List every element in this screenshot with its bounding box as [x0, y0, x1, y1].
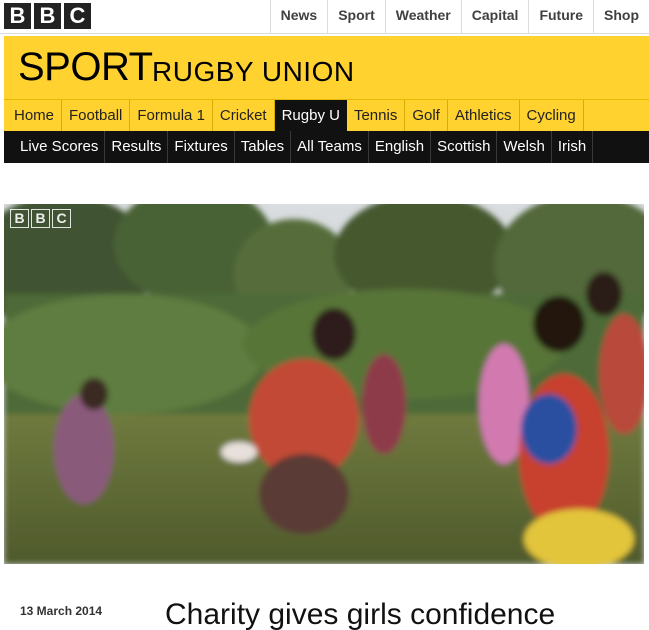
- video-still-image: [4, 204, 644, 564]
- primary-nav-football[interactable]: Football: [62, 100, 131, 131]
- secondary-nav-english[interactable]: English: [369, 131, 432, 163]
- primary-nav-rugby-union[interactable]: Rugby U: [274, 100, 347, 131]
- global-nav-shop[interactable]: Shop: [593, 0, 649, 34]
- primary-nav-formula-1[interactable]: Formula 1: [130, 100, 213, 131]
- primary-nav-cricket[interactable]: Cricket: [213, 100, 275, 131]
- global-nav-future[interactable]: Future: [528, 0, 593, 34]
- primary-nav-golf[interactable]: Golf: [405, 100, 448, 131]
- secondary-nav: Live Scores Results Fixtures Tables All …: [4, 131, 649, 163]
- secondary-nav-fixtures[interactable]: Fixtures: [168, 131, 235, 163]
- secondary-nav-scottish[interactable]: Scottish: [431, 131, 498, 163]
- primary-nav-cycling[interactable]: Cycling: [520, 100, 584, 131]
- primary-nav-tennis[interactable]: Tennis: [347, 100, 406, 131]
- primary-nav-home[interactable]: Home: [4, 100, 63, 131]
- global-nav-news[interactable]: News: [269, 0, 328, 34]
- primary-nav-athletics[interactable]: Athletics: [448, 100, 520, 131]
- article-date: 13 March 2014: [20, 604, 103, 618]
- bbc-logo-letter: C: [64, 3, 91, 29]
- watermark-letter: C: [52, 209, 71, 228]
- sport-title[interactable]: SPORT: [18, 45, 153, 90]
- secondary-nav-all-teams[interactable]: All Teams: [291, 131, 369, 163]
- bbc-logo-letter: B: [4, 3, 31, 29]
- primary-nav: Home Football Formula 1 Cricket Rugby U …: [4, 99, 649, 131]
- video-player[interactable]: B B C: [4, 204, 644, 564]
- global-nav-weather[interactable]: Weather: [384, 0, 461, 34]
- global-nav-capital[interactable]: Capital: [460, 0, 529, 34]
- secondary-nav-irish[interactable]: Irish: [552, 131, 594, 163]
- secondary-nav-live-scores[interactable]: Live Scores: [4, 131, 106, 163]
- watermark-letter: B: [10, 209, 29, 228]
- sport-masthead: SPORT RUGBY UNION: [4, 36, 649, 99]
- watermark-letter: B: [31, 209, 50, 228]
- global-nav-sport[interactable]: Sport: [327, 0, 385, 34]
- section-title[interactable]: RUGBY UNION: [152, 56, 355, 88]
- bbc-watermark: B B C: [10, 209, 71, 228]
- bbc-logo[interactable]: B B C: [4, 3, 91, 29]
- secondary-nav-results[interactable]: Results: [105, 131, 169, 163]
- global-nav: News Sport Weather Capital Future Shop: [269, 0, 649, 34]
- article-headline: Charity gives girls confidence: [165, 598, 556, 630]
- secondary-nav-tables[interactable]: Tables: [235, 131, 292, 163]
- secondary-nav-welsh[interactable]: Welsh: [497, 131, 552, 163]
- global-header: B B C News Sport Weather Capital Future …: [0, 0, 649, 34]
- bbc-logo-letter: B: [34, 3, 61, 29]
